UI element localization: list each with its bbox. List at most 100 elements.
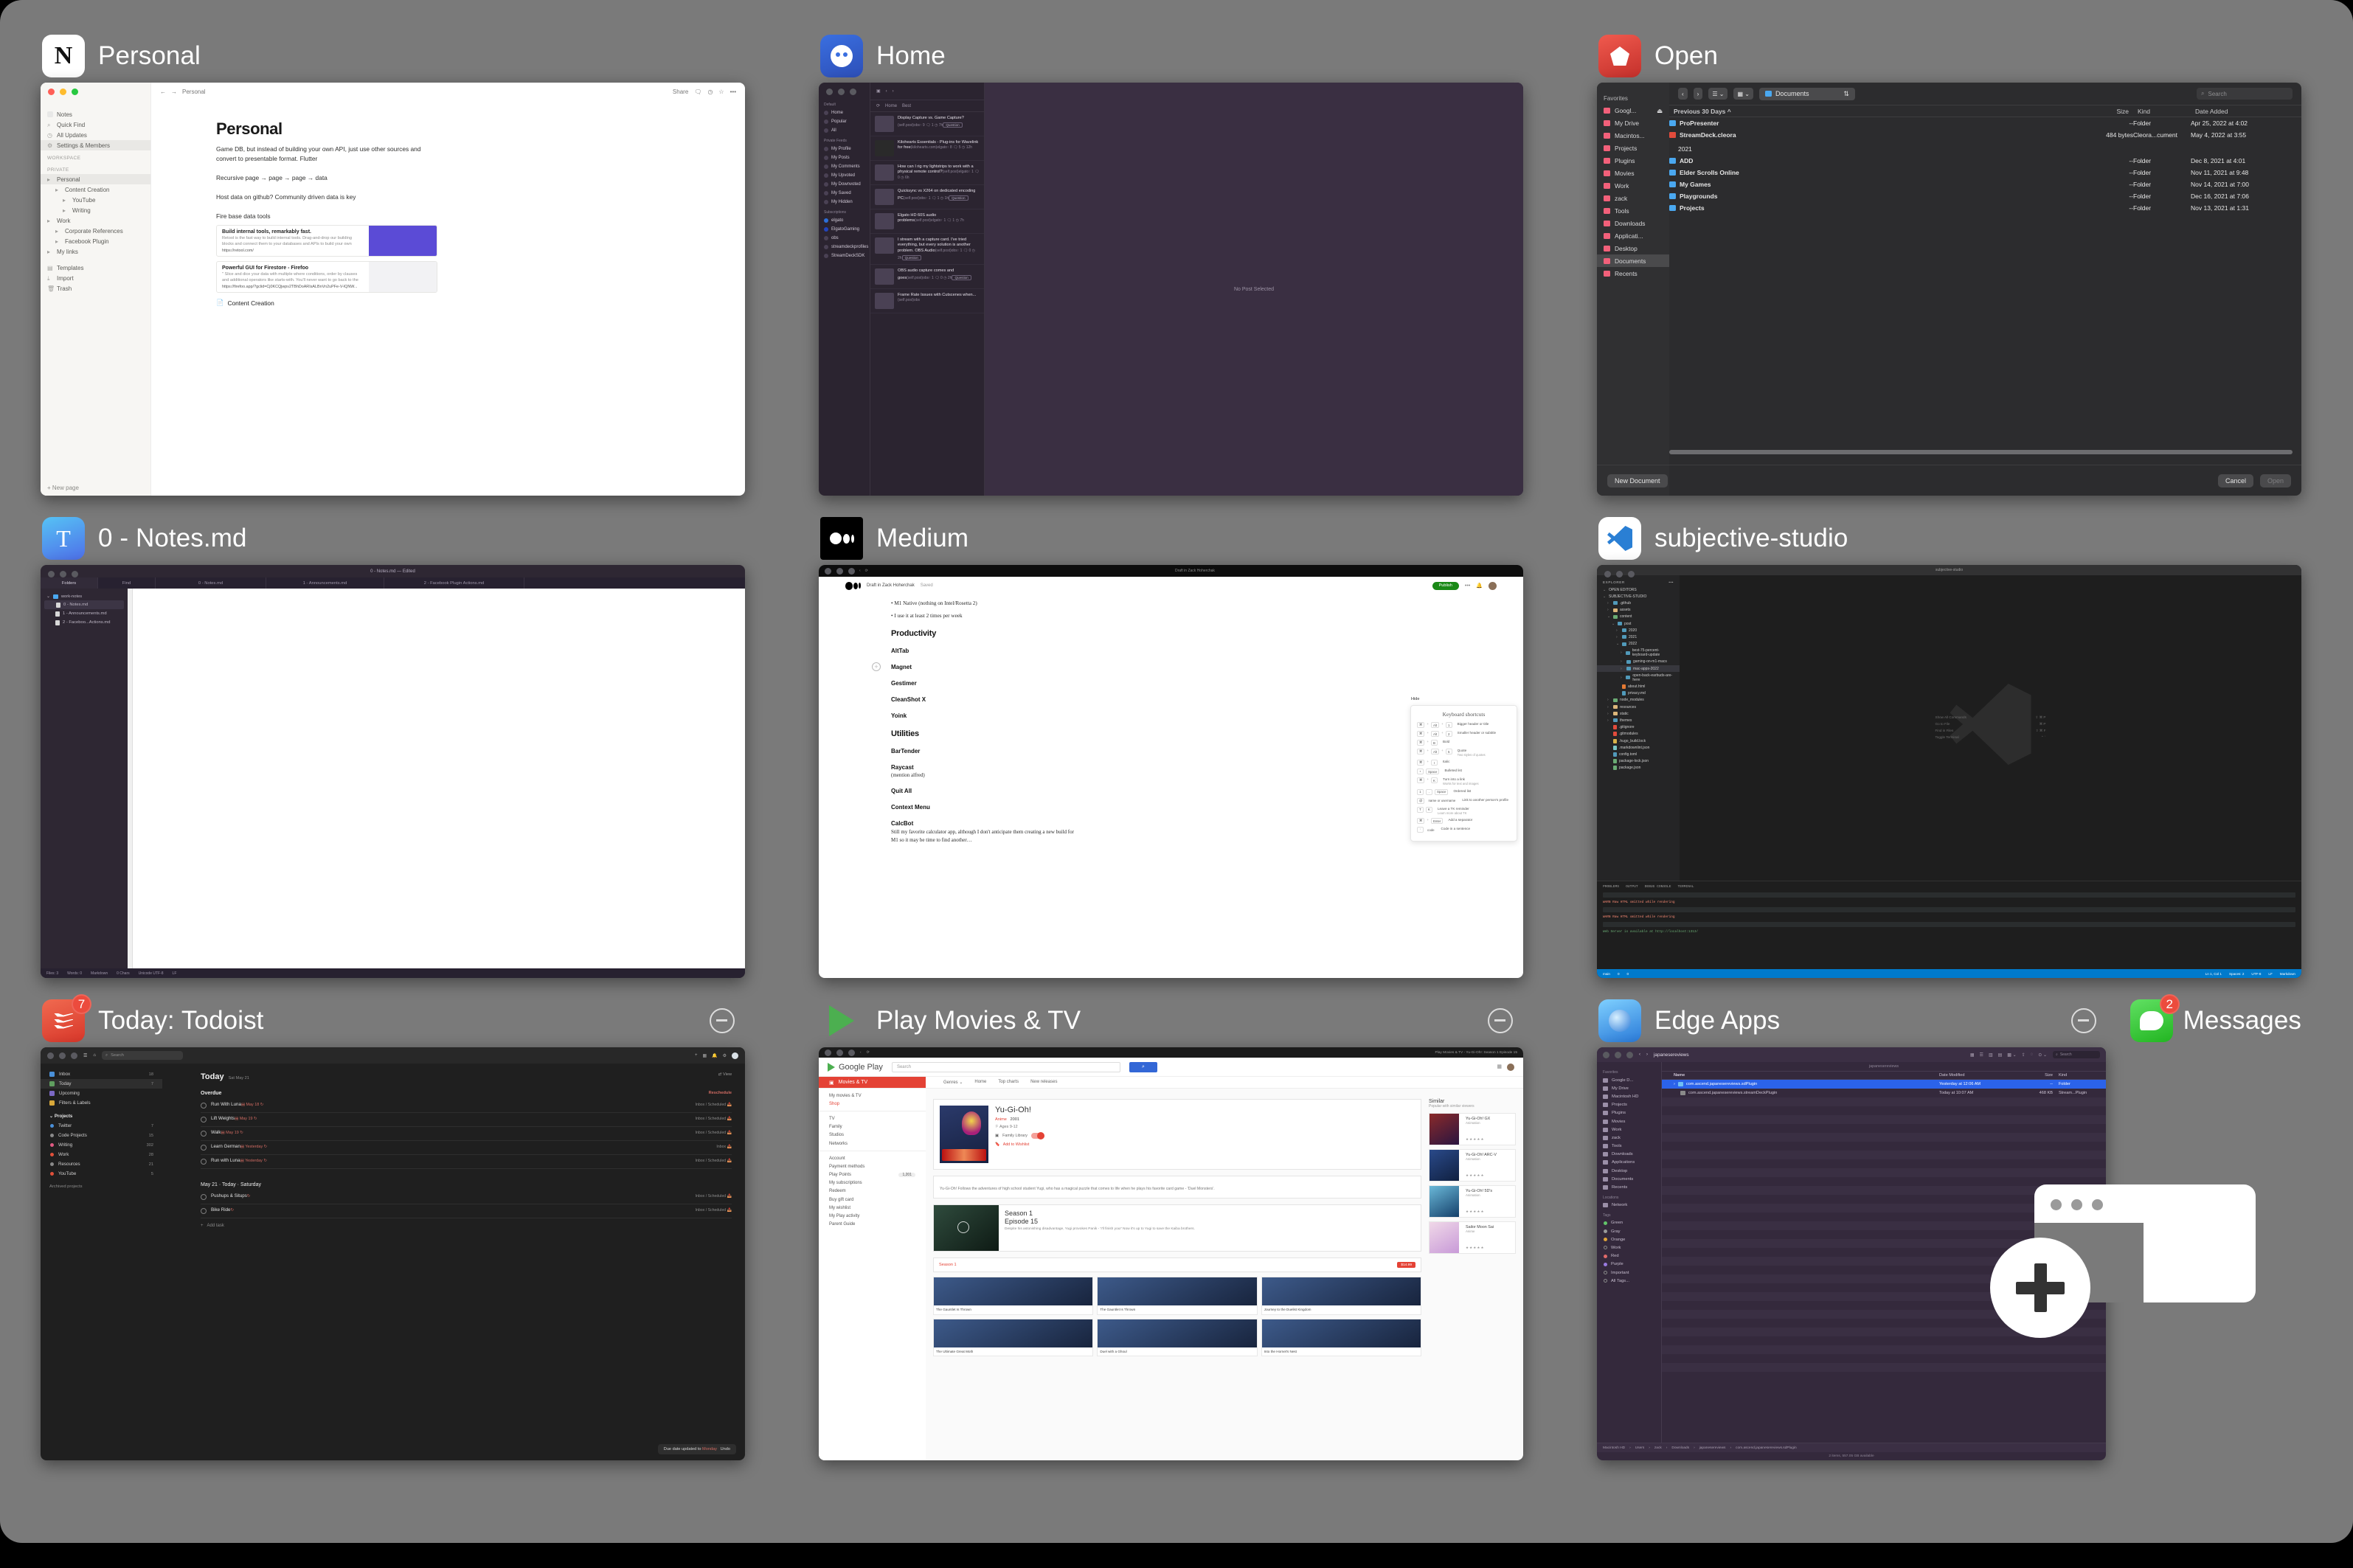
switcher-cell-notion[interactable]: N Personal Notes ⌕Quick Find ◷All Update… bbox=[41, 30, 745, 496]
favorite-item[interactable]: zack bbox=[1597, 192, 1669, 204]
sidebar-sub-streamdeckprofiles[interactable]: streamdeckprofiles bbox=[819, 243, 870, 251]
sidebar-play-points[interactable]: 1,201Play Points bbox=[819, 1171, 926, 1179]
tree-item[interactable]: ›open-back-earbuds-are-here bbox=[1597, 672, 1680, 683]
episode-tile[interactable]: The Gauntlet Is Thrown bbox=[1097, 1277, 1257, 1315]
favorite-item-documents[interactable]: Documents bbox=[1597, 254, 1669, 267]
sidebar-buy-gift-card[interactable]: Buy gift card bbox=[819, 1196, 926, 1204]
table-row[interactable]: ADD--FolderDec 8, 2021 at 4:01 bbox=[1669, 155, 2301, 167]
apps-grid-icon[interactable]: ▦ bbox=[1497, 1064, 1502, 1071]
task-checkbox[interactable] bbox=[201, 1194, 207, 1200]
sidebar-studios[interactable]: Studios bbox=[819, 1131, 926, 1139]
tag-item[interactable]: Orange bbox=[1597, 1235, 1661, 1243]
status-spaces[interactable]: Spaces: 2 bbox=[2229, 972, 2244, 976]
add-block-icon[interactable]: + bbox=[872, 662, 881, 671]
switcher-cell-home[interactable]: Home Default Home Popular All Private Fe… bbox=[819, 30, 1523, 496]
sidebar-item-inbox[interactable]: Inbox18 bbox=[41, 1069, 162, 1079]
tag-item[interactable]: Gray bbox=[1597, 1227, 1661, 1235]
similar-card[interactable]: Yu-Gi-Oh! ARC-VAnimation★★★★★ bbox=[1429, 1149, 1516, 1182]
tree-item[interactable]: ⌄2022 bbox=[1597, 641, 1680, 648]
traffic-lights[interactable] bbox=[48, 571, 78, 577]
avatar[interactable] bbox=[732, 1052, 738, 1059]
tree-item[interactable]: ⌄post bbox=[1597, 620, 1680, 627]
forward-button[interactable]: › bbox=[1694, 88, 1703, 100]
path-segment[interactable]: Downloads bbox=[1671, 1446, 1689, 1450]
window-preview-play-movies[interactable]: ‹ ⟳ Play Movies & TV - Yu-Gi-Oh!: Season… bbox=[819, 1047, 1523, 1460]
list-view-button[interactable]: ☰ ⌄ bbox=[1708, 88, 1728, 100]
task-row[interactable]: Bike Ride↻Inbox / Scheduled 📥 bbox=[201, 1204, 732, 1218]
episode-card[interactable]: Season 1 Episode 15 Despite his astonish… bbox=[933, 1204, 1421, 1252]
switcher-cell-notes-md[interactable]: T 0 - Notes.md 0 - Notes.md — Edited Fol… bbox=[41, 512, 745, 978]
task-row[interactable]: Run with Luna▤ Yesterday ↻Inbox / Schedu… bbox=[201, 1155, 732, 1169]
task-row[interactable]: Learn German▤ Yesterday ↻Inbox 📥 bbox=[201, 1141, 732, 1155]
sidebar-item-today[interactable]: Today7 bbox=[41, 1079, 162, 1089]
tree-root[interactable]: ⌄work-notes bbox=[41, 592, 128, 600]
sidebar-item-my-downvoted[interactable]: My Downvoted bbox=[819, 180, 870, 189]
window-preview-notes-md[interactable]: 0 - Notes.md — Edited Folders Find 0 - N… bbox=[41, 565, 745, 978]
season-row[interactable]: Season 1 $14.99 bbox=[933, 1257, 1421, 1272]
reschedule-button[interactable]: Reschedule bbox=[709, 1091, 732, 1095]
add-task-button[interactable]: + Add task bbox=[201, 1224, 732, 1228]
bell-icon[interactable]: 🔔 bbox=[1476, 583, 1483, 589]
more-icon[interactable]: ••• bbox=[730, 89, 736, 95]
nav-home[interactable]: Home bbox=[974, 1080, 986, 1085]
sidebar-item[interactable]: Tools bbox=[1597, 1142, 1661, 1151]
add-icon[interactable]: + bbox=[695, 1053, 698, 1058]
traffic-lights[interactable] bbox=[826, 89, 856, 95]
bookmark-card[interactable]: Build internal tools, remarkably fast. R… bbox=[216, 225, 437, 257]
status-warnings[interactable]: 0 bbox=[1627, 972, 1629, 976]
tree-item[interactable]: .gitmodules bbox=[1597, 731, 1680, 738]
sidebar-my-wishlist[interactable]: My wishlist bbox=[819, 1204, 926, 1212]
sidebar-toggle-icon[interactable]: ▣ bbox=[876, 89, 881, 94]
doc-tab-0[interactable]: 0 - Notes.md bbox=[156, 577, 266, 589]
home-icon[interactable]: ⌂ bbox=[93, 1053, 96, 1058]
episode-tile[interactable]: Into the Hornet's Nest bbox=[1261, 1319, 1421, 1357]
forward-icon[interactable]: › bbox=[1646, 1052, 1648, 1057]
task-checkbox[interactable] bbox=[201, 1117, 207, 1123]
tree-item-selected[interactable]: ›mac-apps-2022 bbox=[1597, 665, 1680, 672]
notion-trash[interactable]: 🗑Trash bbox=[41, 283, 150, 294]
tag-item[interactable]: Important bbox=[1597, 1269, 1661, 1277]
tree-item[interactable]: ›gaming-on-m1-macs bbox=[1597, 659, 1680, 665]
episode-tile[interactable]: Duel with a Ghoul bbox=[1097, 1319, 1257, 1357]
group-icon[interactable]: ▩ ⌄ bbox=[2007, 1052, 2016, 1058]
sidebar-networks[interactable]: Networks bbox=[819, 1139, 926, 1148]
notion-page-facebook-plugin[interactable]: ▸Facebook Plugin bbox=[41, 236, 150, 246]
history-icon[interactable]: ◷ bbox=[707, 89, 713, 95]
sidebar-sub-elgatogaming[interactable]: ElgatoGaming bbox=[819, 225, 870, 234]
search-input[interactable]: ⌕Search bbox=[2053, 1051, 2100, 1058]
gear-icon[interactable]: ⚙ bbox=[723, 1053, 727, 1058]
traffic-lights[interactable] bbox=[48, 89, 78, 95]
tree-item[interactable]: package.json bbox=[1597, 765, 1680, 771]
sidebar-item-network[interactable]: Network bbox=[1597, 1201, 1661, 1210]
sidebar-item[interactable]: Google D... bbox=[1597, 1076, 1661, 1084]
sidebar-sub-elgato[interactable]: elgato bbox=[819, 216, 870, 225]
column-name[interactable]: Name bbox=[1674, 1073, 1939, 1078]
sidebar-item-home[interactable]: Home bbox=[819, 108, 870, 117]
sidebar-family[interactable]: Family bbox=[819, 1123, 926, 1131]
favorite-item[interactable]: Projects bbox=[1597, 142, 1669, 154]
search-input[interactable]: ⌕Search bbox=[2197, 88, 2293, 100]
avatar[interactable] bbox=[1489, 582, 1497, 590]
list-item[interactable]: How can I rig my lightstrips to work wit… bbox=[870, 161, 984, 185]
task-row[interactable]: Lift Weights▤ May 19 ↻Inbox / Scheduled … bbox=[201, 1113, 732, 1127]
sidebar-my-movies[interactable]: My movies & TV bbox=[819, 1092, 926, 1100]
menu-icon[interactable]: ☰ bbox=[83, 1053, 87, 1058]
favorite-item[interactable]: Work bbox=[1597, 179, 1669, 192]
status-errors[interactable]: 0 bbox=[1618, 972, 1620, 976]
share-icon[interactable]: ⇪ bbox=[2022, 1052, 2025, 1058]
list-item[interactable]: Elgato HD 60S audio problems(self.post)e… bbox=[870, 209, 984, 234]
sidebar-item-popular[interactable]: Popular bbox=[819, 117, 870, 126]
tab-find[interactable]: Find bbox=[98, 577, 156, 589]
tree-item[interactable]: config.toml bbox=[1597, 751, 1680, 757]
task-checkbox[interactable] bbox=[201, 1208, 207, 1214]
tree-item[interactable]: ›.github bbox=[1597, 600, 1680, 606]
tree-file[interactable]: 0 - Notes.md bbox=[44, 600, 124, 609]
column-size[interactable]: Size bbox=[2020, 1073, 2053, 1078]
traffic-lights[interactable] bbox=[1604, 571, 1635, 577]
tree-item[interactable]: ›resources bbox=[1597, 704, 1680, 710]
sidebar-item[interactable]: Downloads bbox=[1597, 1151, 1661, 1159]
projects-label[interactable]: ⌄ Projects bbox=[41, 1108, 162, 1121]
window-preview-notion[interactable]: Notes ⌕Quick Find ◷All Updates ⚙Settings… bbox=[41, 83, 745, 496]
disclosure-icon[interactable]: › bbox=[1674, 1082, 1675, 1086]
similar-card[interactable]: Yu-Gi-Oh! GXAnimation★★★★★ bbox=[1429, 1113, 1516, 1145]
